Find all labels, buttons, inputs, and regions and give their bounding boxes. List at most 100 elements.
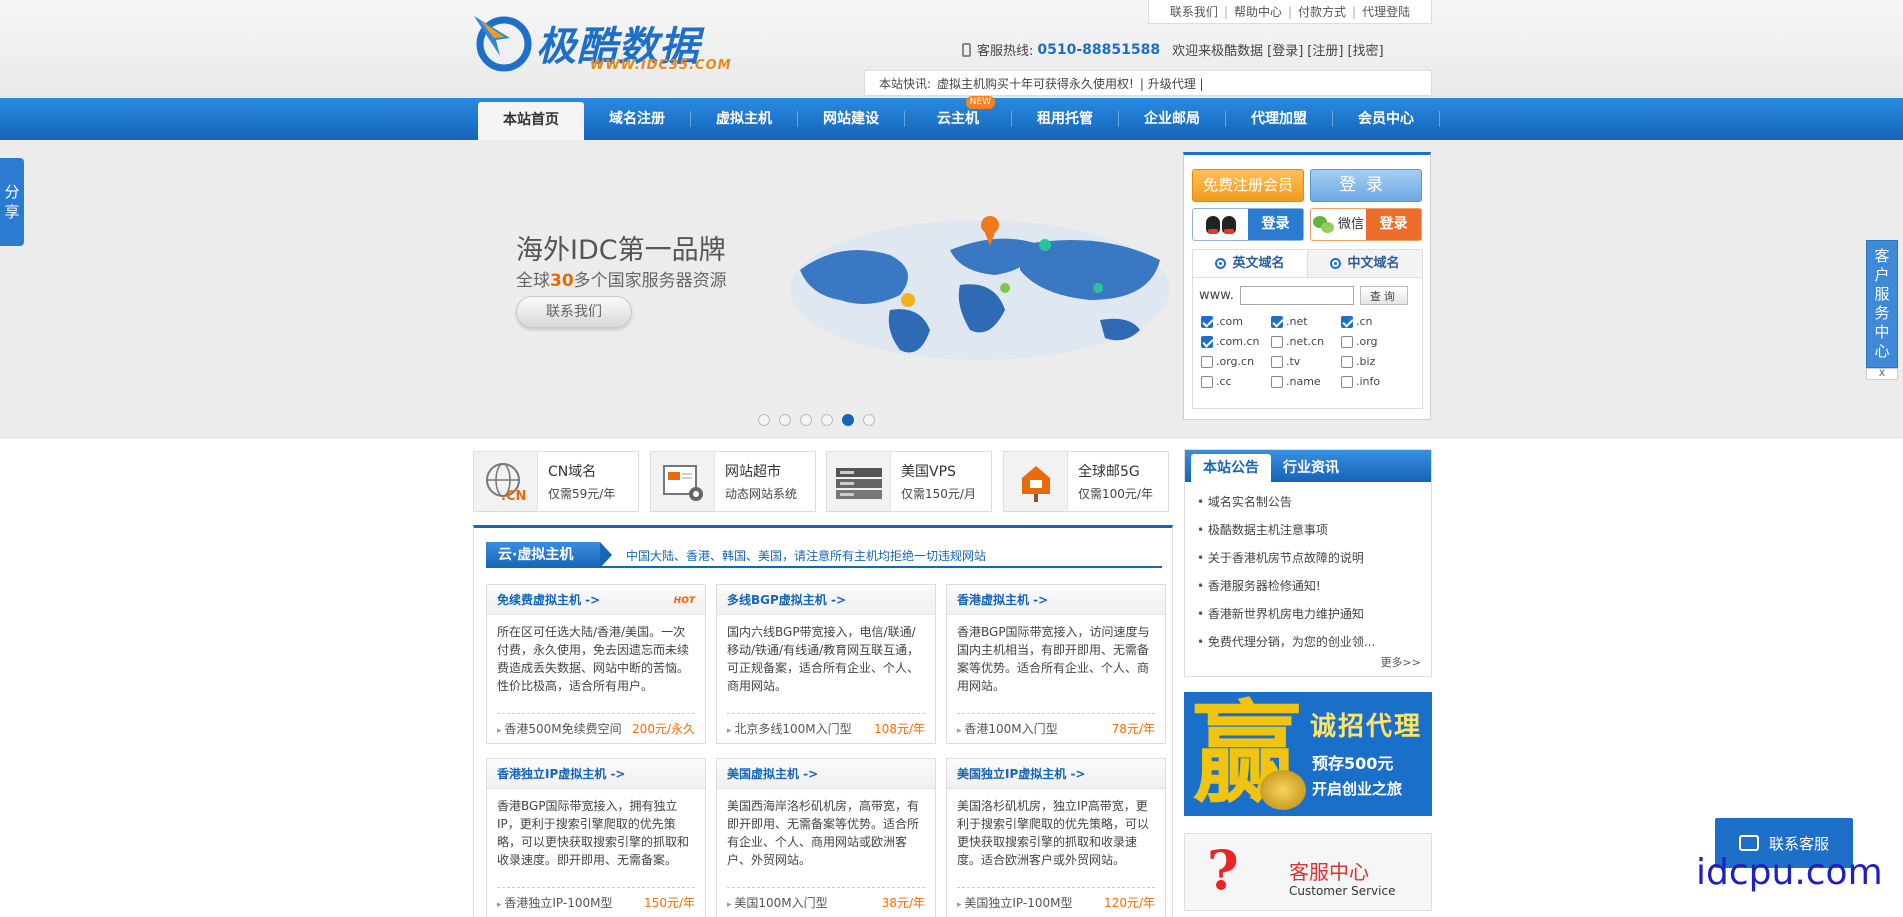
hosting-plan-link[interactable]: 美国100M入门型: [727, 894, 827, 911]
product-tile-global-mail[interactable]: 全球邮5G 仅需100元/年: [1003, 451, 1169, 512]
nav-cloud[interactable]: 云主机 NEW: [905, 96, 1011, 140]
top-link-agent-login[interactable]: 代理登陆: [1362, 3, 1410, 20]
notice-item[interactable]: 关于香港机房节点故障的说明: [1197, 544, 1431, 572]
top-link-help[interactable]: 帮助中心: [1234, 3, 1282, 20]
checkbox[interactable]: [1271, 355, 1283, 368]
domain-search-button[interactable]: 查询: [1359, 286, 1408, 305]
hosting-card-title[interactable]: 美国虚拟主机 ->: [717, 759, 935, 789]
checkbox[interactable]: [1271, 375, 1283, 388]
tab-site-notice[interactable]: 本站公告: [1191, 454, 1271, 482]
tld-option[interactable]: .net: [1271, 313, 1341, 330]
product-tile-site-market[interactable]: 网站超市 动态网站系统: [650, 451, 816, 512]
top-link-payment[interactable]: 付款方式: [1298, 3, 1346, 20]
find-password-link[interactable]: [找密]: [1347, 40, 1383, 59]
tld-option[interactable]: .com.cn: [1201, 333, 1271, 350]
share-side-tab[interactable]: 分享: [0, 158, 24, 246]
notice-item[interactable]: 香港新世界机房电力维护通知: [1197, 600, 1431, 628]
tld-option[interactable]: .net.cn: [1271, 333, 1341, 350]
hosting-card-title[interactable]: 美国独立IP虚拟主机 ->: [947, 759, 1165, 789]
qq-login-button[interactable]: 登录: [1192, 208, 1304, 241]
tile-subtitle: 仅需100元/年: [1078, 487, 1153, 501]
top-link-contact[interactable]: 联系我们: [1170, 3, 1218, 20]
hosting-card: 多线BGP虚拟主机 -> 国内六线BGP带宽接入，电信/联通/移动/铁通/有线通/…: [716, 584, 936, 744]
tab-english-domain[interactable]: 英文域名: [1193, 250, 1308, 277]
nav-agent[interactable]: 代理加盟: [1226, 98, 1332, 140]
site-logo[interactable]: 极酷数据 WWW.IDC35.COM: [470, 8, 740, 78]
hosting-card-title[interactable]: 香港独立IP虚拟主机 ->: [487, 759, 705, 789]
domain-search-input[interactable]: [1239, 286, 1354, 305]
slide-dot[interactable]: [863, 414, 875, 426]
checkbox[interactable]: [1201, 335, 1213, 348]
main-nav: 本站首页 域名注册 虚拟主机 网站建设 云主机 NEW 租用托管 企业邮局 代理加…: [0, 96, 1903, 140]
notice-item[interactable]: 域名实名制公告: [1197, 488, 1431, 516]
tld-option[interactable]: .biz: [1341, 353, 1411, 370]
slide-dot[interactable]: [800, 414, 812, 426]
tld-option[interactable]: .org: [1341, 333, 1411, 350]
hosting-plan-link[interactable]: 香港500M免续费空间: [497, 720, 621, 737]
hero-banner[interactable]: 海外IDC第一品牌 全球30多个国家服务器资源 联系我们: [0, 140, 1903, 439]
checkbox[interactable]: [1271, 315, 1283, 328]
hosting-plan-link[interactable]: 北京多线100M入门型: [727, 720, 851, 737]
tld-option[interactable]: .name: [1271, 373, 1341, 390]
tab-chinese-domain[interactable]: 中文域名: [1308, 250, 1422, 277]
tld-option[interactable]: .tv: [1271, 353, 1341, 370]
nav-hosting[interactable]: 虚拟主机: [691, 98, 797, 140]
tab-industry-news[interactable]: 行业资讯: [1271, 454, 1351, 482]
hosting-card: 美国虚拟主机 -> 美国西海岸洛杉矶机房，高带宽，有即开即用、无需备案等优势。适合…: [716, 758, 936, 917]
hosting-card-title[interactable]: 免续费虚拟主机 -> HOT: [487, 585, 705, 615]
hosting-plan-link[interactable]: 美国独立IP-100M型: [957, 894, 1072, 911]
slide-dot-active[interactable]: [842, 414, 854, 426]
tld-option[interactable]: .com: [1201, 313, 1271, 330]
customer-service-side-tab[interactable]: 客户服务中心: [1866, 240, 1898, 368]
wechat-login-button[interactable]: 微信 登录: [1310, 208, 1422, 241]
slide-dot[interactable]: [821, 414, 833, 426]
nav-domain[interactable]: 域名注册: [584, 98, 690, 140]
vertical-char: 客: [1874, 247, 1890, 265]
hosting-plan-link[interactable]: 香港独立IP-100M型: [497, 894, 612, 911]
qq-icon: [1205, 215, 1220, 234]
tld-option[interactable]: .cn: [1341, 313, 1411, 330]
free-register-button[interactable]: 免费注册会员: [1192, 169, 1304, 202]
contact-us-button[interactable]: 联系我们: [516, 296, 632, 328]
notice-more-link[interactable]: 更多>>: [1381, 654, 1421, 670]
tld-option[interactable]: .org.cn: [1201, 353, 1271, 370]
notice-item[interactable]: 香港服务器检修通知!: [1197, 572, 1431, 600]
hosting-plan-link[interactable]: 香港100M入门型: [957, 720, 1057, 737]
login-link[interactable]: [登录]: [1267, 40, 1303, 59]
checkbox[interactable]: [1201, 355, 1213, 368]
product-tile-cn-domain[interactable]: .CN CN域名 仅需59元/年: [473, 451, 639, 512]
notice-item[interactable]: 极酷数据主机注意事项: [1197, 516, 1431, 544]
customer-service-banner[interactable]: ? 客服中心 Customer Service: [1184, 833, 1432, 911]
nav-website-build[interactable]: 网站建设: [798, 98, 904, 140]
checkbox[interactable]: [1201, 375, 1213, 388]
close-service-tab-button[interactable]: X: [1866, 368, 1898, 380]
agent-recruit-banner[interactable]: 赢 诚招代理 预存500元 开启创业之旅: [1184, 692, 1432, 816]
hosting-card-title[interactable]: 多线BGP虚拟主机 ->: [717, 585, 935, 615]
hosting-card-title[interactable]: 香港虚拟主机 ->: [947, 585, 1165, 615]
news-upgrade-link[interactable]: | 升级代理 |: [1140, 75, 1204, 92]
tld-label: .info: [1356, 375, 1381, 388]
world-map-image: [790, 216, 1170, 360]
nav-home[interactable]: 本站首页: [478, 102, 584, 140]
checkbox[interactable]: [1341, 315, 1353, 328]
tld-option[interactable]: .cc: [1201, 373, 1271, 390]
register-link[interactable]: [注册]: [1307, 40, 1343, 59]
hosting-card-desc: 国内六线BGP带宽接入，电信/联通/移动/铁通/有线通/教育网互联互通，可正规备…: [727, 625, 920, 693]
login-button[interactable]: 登录: [1310, 169, 1422, 202]
checkbox[interactable]: [1271, 335, 1283, 348]
watermark: idcpu.com: [1696, 852, 1883, 893]
agent-title: 诚招代理: [1310, 712, 1423, 742]
slide-dot[interactable]: [779, 414, 791, 426]
checkbox[interactable]: [1341, 355, 1353, 368]
slide-dot[interactable]: [758, 414, 770, 426]
tld-option[interactable]: .info: [1341, 373, 1411, 390]
product-tile-us-vps[interactable]: 美国VPS 仅需150元/月: [826, 451, 992, 512]
news-item[interactable]: 虚拟主机购买十年可获得永久使用权!: [937, 75, 1134, 92]
nav-colocation[interactable]: 租用托管: [1012, 98, 1118, 140]
checkbox[interactable]: [1201, 315, 1213, 328]
checkbox[interactable]: [1341, 335, 1353, 348]
nav-member[interactable]: 会员中心: [1333, 98, 1439, 140]
checkbox[interactable]: [1341, 375, 1353, 388]
notice-item[interactable]: 免费代理分销，为您的创业领...: [1197, 628, 1431, 656]
nav-mail[interactable]: 企业邮局: [1119, 98, 1225, 140]
